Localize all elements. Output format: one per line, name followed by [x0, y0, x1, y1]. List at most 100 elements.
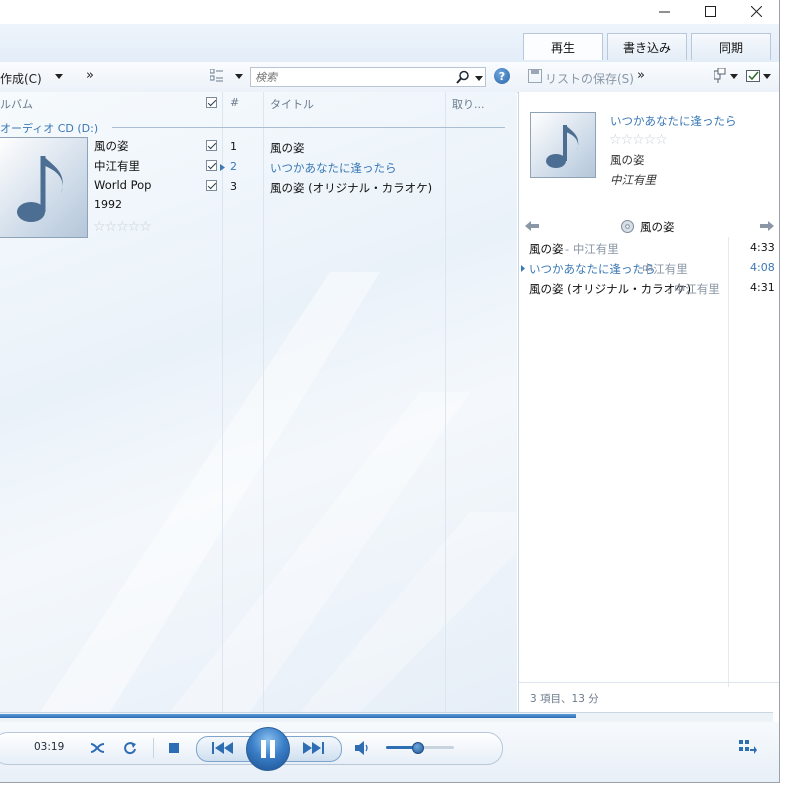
- separator: [153, 738, 154, 758]
- next-button[interactable]: [296, 738, 332, 758]
- column-header-album[interactable]: ルバム: [0, 96, 33, 112]
- music-note-icon: [17, 156, 63, 222]
- list-pane: いつかあなたに逢ったら ☆☆☆☆☆ 風の姿 中江有里 風の姿 風の姿 - 中江有…: [518, 92, 779, 712]
- track-title[interactable]: 風の姿 (オリジナル・カラオケ): [270, 180, 432, 196]
- select-all-checkbox[interactable]: [206, 97, 217, 108]
- chevron-down-icon[interactable]: [475, 76, 483, 81]
- pause-button[interactable]: [246, 727, 290, 771]
- track-title[interactable]: いつかあなたに逢ったら: [270, 160, 397, 176]
- group-header[interactable]: オーディオ CD (D:): [0, 120, 98, 136]
- list-item-artist: - 中江有里: [666, 282, 720, 296]
- list-item-title: 風の姿: [529, 242, 564, 256]
- create-playlist-button[interactable]: 作成(C): [0, 70, 42, 87]
- list-item[interactable]: いつかあなたに逢ったら - 中江有里 4:08: [519, 260, 779, 280]
- disc-icon: [621, 220, 634, 233]
- tab-label: 同期: [718, 40, 743, 55]
- album-year: 1992: [94, 198, 122, 211]
- tab-sync[interactable]: 同期: [691, 33, 771, 60]
- elapsed-time: 03:19: [34, 741, 65, 753]
- list-item-artist: - 中江有里: [565, 242, 619, 256]
- list-options-icon[interactable]: [714, 68, 740, 84]
- toolbar: 作成(C) » ? リストの保存(S) »: [0, 62, 779, 93]
- view-options-icon[interactable]: [210, 69, 224, 83]
- save-icon: [528, 69, 542, 83]
- list-check-icon[interactable]: [746, 68, 772, 84]
- duration-separator: [728, 237, 729, 687]
- shuffle-button[interactable]: [89, 739, 107, 757]
- summary-divider: [519, 682, 779, 683]
- arrow-left-icon[interactable]: [525, 221, 539, 231]
- column-separator: [222, 92, 223, 712]
- column-header-rip[interactable]: 取り...: [452, 96, 485, 112]
- save-list-button[interactable]: リストの保存(S): [545, 70, 634, 87]
- album-art[interactable]: [0, 137, 88, 238]
- search-input[interactable]: [255, 69, 450, 85]
- stop-icon: [169, 743, 179, 753]
- now-playing-album: 風の姿: [610, 153, 645, 167]
- track-checkbox[interactable]: [206, 140, 217, 151]
- track-checkbox[interactable]: [206, 180, 217, 191]
- search-icon[interactable]: [456, 70, 470, 84]
- list-title[interactable]: 風の姿: [640, 219, 675, 235]
- previous-button[interactable]: [205, 738, 241, 758]
- now-playing-art[interactable]: [530, 112, 596, 178]
- title-bar: [0, 0, 779, 24]
- tab-label: 再生: [550, 40, 575, 55]
- list-item-artist: - 中江有里: [634, 262, 688, 276]
- stop-button[interactable]: [166, 740, 182, 756]
- mute-button[interactable]: [354, 739, 372, 757]
- minimize-button[interactable]: [641, 0, 687, 22]
- list-item[interactable]: 風の姿 (オリジナル・カラオケ) - 中江有里 4:31: [519, 280, 779, 300]
- right-overflow-button[interactable]: »: [637, 68, 645, 83]
- media-player-window: 再生 書き込み 同期 作成(C) » ? リスト: [0, 0, 780, 783]
- search-box[interactable]: [250, 67, 486, 87]
- volume-slider[interactable]: [411, 742, 424, 754]
- tab-burn[interactable]: 書き込み: [607, 33, 687, 60]
- list-summary: 3 項目、13 分: [530, 693, 599, 705]
- help-button[interactable]: ?: [494, 68, 510, 84]
- list-item-duration: 4:31: [750, 281, 775, 294]
- overflow-button[interactable]: »: [86, 68, 94, 83]
- column-header-title[interactable]: タイトル: [270, 96, 314, 112]
- album-title: 風の姿: [94, 139, 129, 153]
- track-title[interactable]: 風の姿: [270, 140, 305, 156]
- library-pane: ルバム # タイトル 取り... オーディオ CD (D:) 風の姿 中江有里 …: [0, 92, 517, 712]
- close-button[interactable]: [733, 0, 779, 22]
- previous-icon: [212, 742, 233, 754]
- album-rating[interactable]: ☆☆☆☆☆: [93, 219, 152, 235]
- player-controls: 03:19: [0, 722, 779, 782]
- tab-bar: 再生 書き込み 同期: [0, 24, 779, 63]
- volume-icon: [355, 741, 368, 755]
- maximize-button[interactable]: [687, 0, 733, 22]
- tab-label: 書き込み: [622, 40, 671, 55]
- switch-to-now-playing-button[interactable]: [738, 738, 758, 756]
- album-artist: 中江有里: [94, 159, 140, 173]
- arrow-right-icon[interactable]: [760, 221, 774, 231]
- chevron-down-icon[interactable]: [55, 74, 63, 79]
- group-divider: [112, 127, 505, 128]
- repeat-icon: [124, 742, 136, 755]
- tab-play[interactable]: 再生: [523, 33, 603, 60]
- minimize-icon: [658, 11, 670, 12]
- playing-indicator-icon: [220, 164, 225, 171]
- column-header-number[interactable]: #: [230, 96, 239, 109]
- track-checkbox[interactable]: [206, 160, 217, 171]
- pause-icon: [261, 740, 275, 758]
- now-playing-artist: 中江有里: [610, 173, 656, 187]
- list-item-duration: 4:33: [750, 241, 775, 254]
- now-playing-rating[interactable]: ☆☆☆☆☆: [609, 132, 668, 148]
- repeat-button[interactable]: [121, 739, 139, 757]
- volume-track[interactable]: [386, 742, 454, 754]
- chevron-down-icon[interactable]: [235, 74, 243, 79]
- track-number: 1: [230, 140, 237, 153]
- column-separator: [445, 92, 446, 712]
- shuffle-icon: [90, 743, 105, 753]
- list-item[interactable]: 風の姿 - 中江有里 4:33: [519, 240, 779, 260]
- close-icon: [750, 5, 762, 17]
- track-number: 2: [230, 160, 237, 173]
- help-icon: ?: [498, 69, 506, 83]
- column-separator: [263, 92, 264, 712]
- now-playing-title[interactable]: いつかあなたに逢ったら: [610, 113, 737, 129]
- music-note-icon: [546, 125, 579, 168]
- switch-view-icon: [739, 740, 757, 754]
